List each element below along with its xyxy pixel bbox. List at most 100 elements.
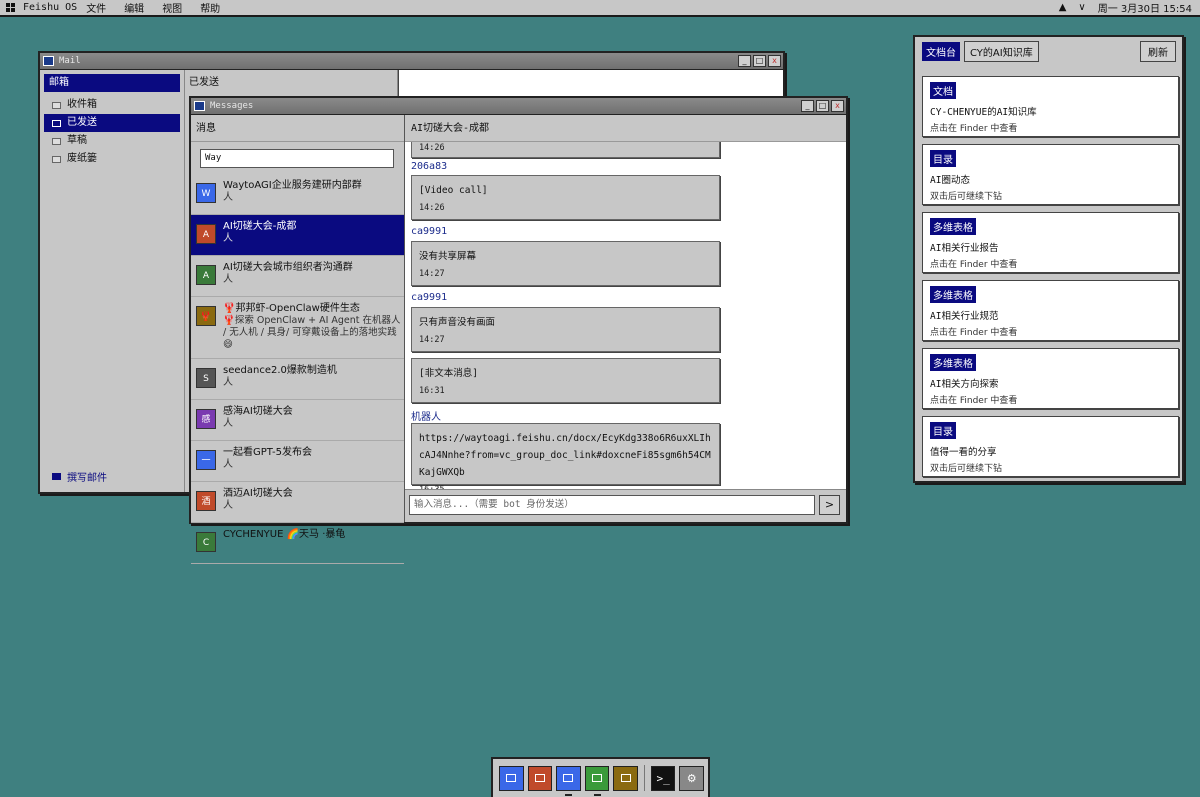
grid-icon bbox=[6, 3, 15, 12]
close-button[interactable]: x bbox=[768, 55, 781, 67]
trash-icon bbox=[52, 155, 61, 163]
conversation-item[interactable]: 🦞 🦞邦邦虾-OpenClaw硬件生态 🦞探索 OpenClaw + AI Agen… bbox=[191, 297, 404, 359]
calendar-dock-icon[interactable] bbox=[527, 765, 553, 791]
send-button[interactable]: > bbox=[819, 495, 840, 515]
clock: 周一 3月30日 15:54 bbox=[1097, 4, 1192, 15]
message-sender: ca9991 bbox=[411, 292, 448, 303]
conversation-item[interactable]: W WaytoAGI企业服务建研内部群人 bbox=[191, 174, 404, 215]
doc-title: 值得一看的分享 bbox=[930, 447, 997, 458]
minimize-button[interactable]: _ bbox=[738, 55, 751, 67]
mail-titlebar[interactable]: Mail _ □ x bbox=[40, 53, 783, 70]
avatar: A bbox=[196, 265, 216, 285]
conversation-name: 🦞邦邦虾-OpenClaw硬件生态 bbox=[223, 303, 360, 314]
nav-sent[interactable]: 已发送 bbox=[44, 114, 180, 132]
message-bubble[interactable]: 没有共享屏幕 14:27 bbox=[411, 241, 720, 286]
menu-view[interactable]: 视图 bbox=[153, 0, 191, 15]
conversation-subtitle: 人 bbox=[223, 377, 233, 388]
settings-dock-icon[interactable]: ⚙ bbox=[679, 765, 705, 791]
mail-title: Mail bbox=[59, 56, 81, 66]
search-input[interactable]: Way bbox=[200, 149, 394, 168]
conversation-item[interactable]: 酒酒迈AI切磋大会人 bbox=[191, 482, 404, 523]
nav-trash[interactable]: 废纸篓 bbox=[44, 150, 180, 168]
os-name: Feishu OS bbox=[23, 2, 78, 13]
conversation-item[interactable]: A AI切磋大会-成都人 bbox=[191, 215, 404, 256]
conversation-item[interactable]: 感感海AI切磋大会人 bbox=[191, 400, 404, 441]
doc-type-tag: 目录 bbox=[930, 422, 956, 439]
conversation-panel: 消息 Way W WaytoAGI企业服务建研内部群人 A AI切磋大会-成都人 A AI… bbox=[191, 115, 405, 564]
doc-card[interactable]: 目录 值得一看的分享 双击后可继续下钻 bbox=[922, 416, 1179, 477]
avatar: 🦞 bbox=[196, 306, 216, 326]
message-sender: ca9991 bbox=[411, 226, 448, 237]
message-bubble[interactable]: [Video call] 14:26 bbox=[411, 175, 720, 220]
doc-type-tag: 多维表格 bbox=[930, 286, 976, 303]
avatar: A bbox=[196, 224, 216, 244]
maximize-button[interactable]: □ bbox=[753, 55, 766, 67]
sent-icon bbox=[52, 119, 61, 127]
conversation-subtitle: 人 bbox=[223, 233, 233, 244]
doc-card[interactable]: 多维表格 AI相关行业报告 点击在 Finder 中查看 bbox=[922, 212, 1179, 273]
conversation-name: AI切磋大会城市组织者沟通群 bbox=[223, 262, 353, 273]
os-logo[interactable]: Feishu OS bbox=[0, 2, 77, 13]
doc-title: AI相关方向探索 bbox=[930, 379, 999, 390]
avatar: C bbox=[196, 532, 216, 552]
wifi-icon[interactable]: ∨ bbox=[1078, 2, 1085, 13]
dock: >_ ⚙ bbox=[491, 757, 710, 797]
avatar: 酒 bbox=[196, 491, 216, 511]
doc-title: AI相关行业规范 bbox=[930, 311, 999, 322]
message-bubble[interactable]: [非文本消息] 16:31 bbox=[411, 358, 720, 403]
mail-sidebar: 邮箱 收件箱 已发送 草稿 废纸篓 撰写邮件 bbox=[40, 70, 185, 492]
conversation-name: 一起看GPT-5发布会 bbox=[223, 447, 312, 458]
message-text: [非文本消息] bbox=[419, 368, 478, 379]
nav-drafts[interactable]: 草稿 bbox=[44, 132, 180, 150]
message-bubble[interactable]: 14:26 bbox=[411, 142, 720, 158]
message-bubble[interactable]: 只有声音没有画面 14:27 bbox=[411, 307, 720, 352]
chat-header: AI切磋大会-成都 bbox=[405, 115, 846, 142]
menu-edit[interactable]: 编辑 bbox=[115, 0, 153, 15]
doc-title: AI圈动态 bbox=[930, 175, 970, 186]
avatar: 一 bbox=[196, 450, 216, 470]
message-time: 14:26 bbox=[419, 203, 445, 213]
avatar: S bbox=[196, 368, 216, 388]
conversation-item[interactable]: A AI切磋大会城市组织者沟通群人 bbox=[191, 256, 404, 297]
doc-card[interactable]: 目录 AI圈动态 双击后可继续下钻 bbox=[922, 144, 1179, 205]
running-indicator bbox=[593, 793, 601, 796]
tab-knowledge-base[interactable]: CY的AI知识库 bbox=[964, 40, 1039, 62]
messages-dock-icon[interactable] bbox=[584, 765, 610, 796]
menu-help[interactable]: 帮助 bbox=[191, 0, 229, 15]
minimize-button[interactable]: _ bbox=[801, 100, 814, 112]
menu-file[interactable]: 文件 bbox=[77, 0, 115, 15]
docs-panel: 文档台 CY的AI知识库 刷新 文档 CY-CHENYUE的AI知识库 点击在 Fi… bbox=[913, 35, 1184, 483]
dock-separator bbox=[643, 765, 645, 791]
compose-button[interactable]: 撰写邮件 bbox=[52, 469, 107, 484]
user-icon[interactable]: ▲ bbox=[1059, 2, 1067, 13]
mail-dock-icon[interactable] bbox=[556, 765, 581, 796]
refresh-button[interactable]: 刷新 bbox=[1140, 40, 1176, 62]
doc-type-tag: 多维表格 bbox=[930, 354, 976, 371]
messages-titlebar[interactable]: Messages _ □ x bbox=[191, 98, 846, 115]
doc-type-tag: 文档 bbox=[930, 82, 956, 99]
finder-dock-icon[interactable] bbox=[499, 765, 524, 791]
conversation-item[interactable]: 一一起看GPT-5发布会人 bbox=[191, 441, 404, 482]
conversation-item[interactable]: Sseedance2.0爆款制造机人 bbox=[191, 359, 404, 400]
avatar: W bbox=[196, 183, 216, 203]
nav-inbox[interactable]: 收件箱 bbox=[44, 96, 180, 114]
conversation-name: WaytoAGI企业服务建研内部群 bbox=[223, 180, 362, 191]
conversation-list: W WaytoAGI企业服务建研内部群人 A AI切磋大会-成都人 A AI切磋大会城市组… bbox=[191, 174, 404, 564]
message-time: 14:27 bbox=[419, 269, 445, 279]
message-input[interactable]: 输入消息...（需要 bot 身份发送） bbox=[409, 495, 815, 515]
maximize-button[interactable]: □ bbox=[816, 100, 829, 112]
chat-area[interactable]: 14:26 206a83 [Video call] 14:26 ca9991 没有共享屏幕… bbox=[405, 142, 846, 489]
conversation-subtitle: 人 bbox=[223, 192, 233, 203]
doc-card[interactable]: 多维表格 AI相关行业规范 点击在 Finder 中查看 bbox=[922, 280, 1179, 341]
messages-window: Messages _ □ x 消息 Way W WaytoAGI企业服务建研内部群… bbox=[189, 96, 848, 564]
doc-card[interactable]: 文档 CY-CHENYUE的AI知识库 点击在 Finder 中查看 bbox=[922, 76, 1179, 137]
terminal-dock-icon[interactable]: >_ bbox=[650, 765, 676, 791]
notes-dock-icon[interactable] bbox=[613, 765, 638, 791]
conversation-name: CYCHENYUE 🌈天马 ·暴龟 bbox=[223, 529, 346, 540]
doc-card[interactable]: 多维表格 AI相关方向探索 点击在 Finder 中查看 bbox=[922, 348, 1179, 409]
doc-type-tag: 目录 bbox=[930, 150, 956, 167]
conversation-item[interactable]: C CYCHENYUE 🌈天马 ·暴龟 bbox=[191, 523, 404, 564]
close-button[interactable]: x bbox=[831, 100, 844, 112]
tab-docs[interactable]: 文档台 bbox=[922, 41, 960, 61]
message-bubble[interactable]: https://waytoagi.feishu.cn/docx/EcyKdg33… bbox=[411, 423, 720, 489]
